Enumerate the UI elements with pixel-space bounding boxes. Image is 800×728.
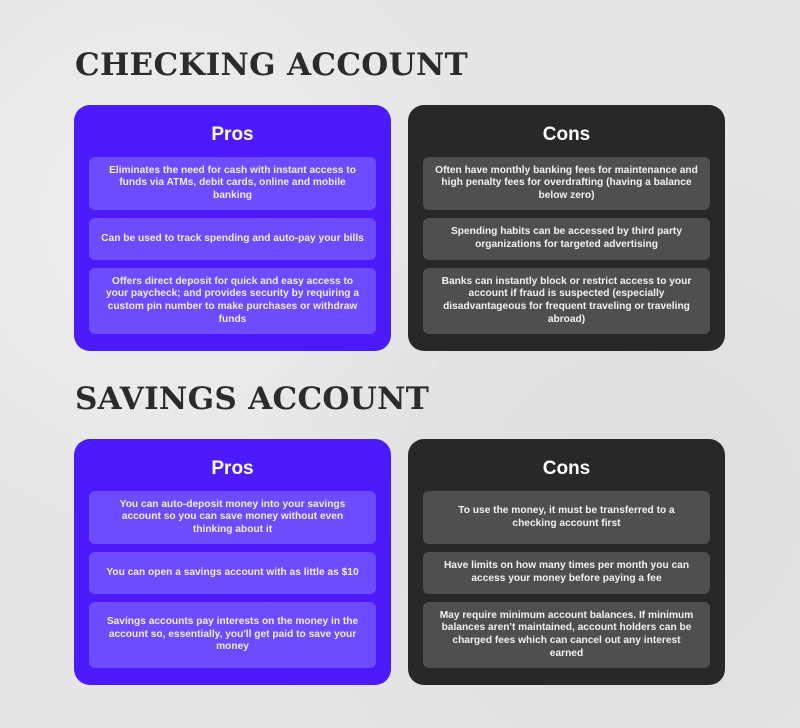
checking-cons-card: Cons Often have monthly banking fees for… <box>408 105 725 351</box>
savings-pros-item: You can auto-deposit money into your sav… <box>89 491 376 544</box>
checking-pros-item: Offers direct deposit for quick and easy… <box>89 268 376 334</box>
checking-cons-heading: Cons <box>542 124 591 145</box>
checking-pros-card: Pros Eliminates the need for cash with i… <box>74 105 391 351</box>
checking-pros-item: Eliminates the need for cash with instan… <box>89 157 376 210</box>
checking-cons-item: Often have monthly banking fees for main… <box>423 157 710 210</box>
savings-cons-item: To use the money, it must be transferred… <box>423 491 710 544</box>
checking-pros-heading: Pros <box>211 124 254 145</box>
checking-cons-item: Banks can instantly block or restrict ac… <box>423 268 710 334</box>
savings-pros-item: You can open a savings account with as l… <box>89 552 376 594</box>
savings-account-title: SAVINGS ACCOUNT <box>75 381 430 417</box>
checking-cons-item: Spending habits can be accessed by third… <box>423 218 710 260</box>
savings-cons-card: Cons To use the money, it must be transf… <box>408 439 725 685</box>
savings-cons-item: May require minimum account balances. If… <box>423 602 710 668</box>
savings-pros-heading: Pros <box>211 458 254 479</box>
savings-pros-item: Savings accounts pay interests on the mo… <box>89 602 376 668</box>
checking-account-title: CHECKING ACCOUNT <box>75 47 468 83</box>
checking-pros-item: Can be used to track spending and auto-p… <box>89 218 376 260</box>
savings-pros-card: Pros You can auto-deposit money into you… <box>74 439 391 685</box>
savings-cons-heading: Cons <box>542 458 591 479</box>
savings-cons-item: Have limits on how many times per month … <box>423 552 710 594</box>
